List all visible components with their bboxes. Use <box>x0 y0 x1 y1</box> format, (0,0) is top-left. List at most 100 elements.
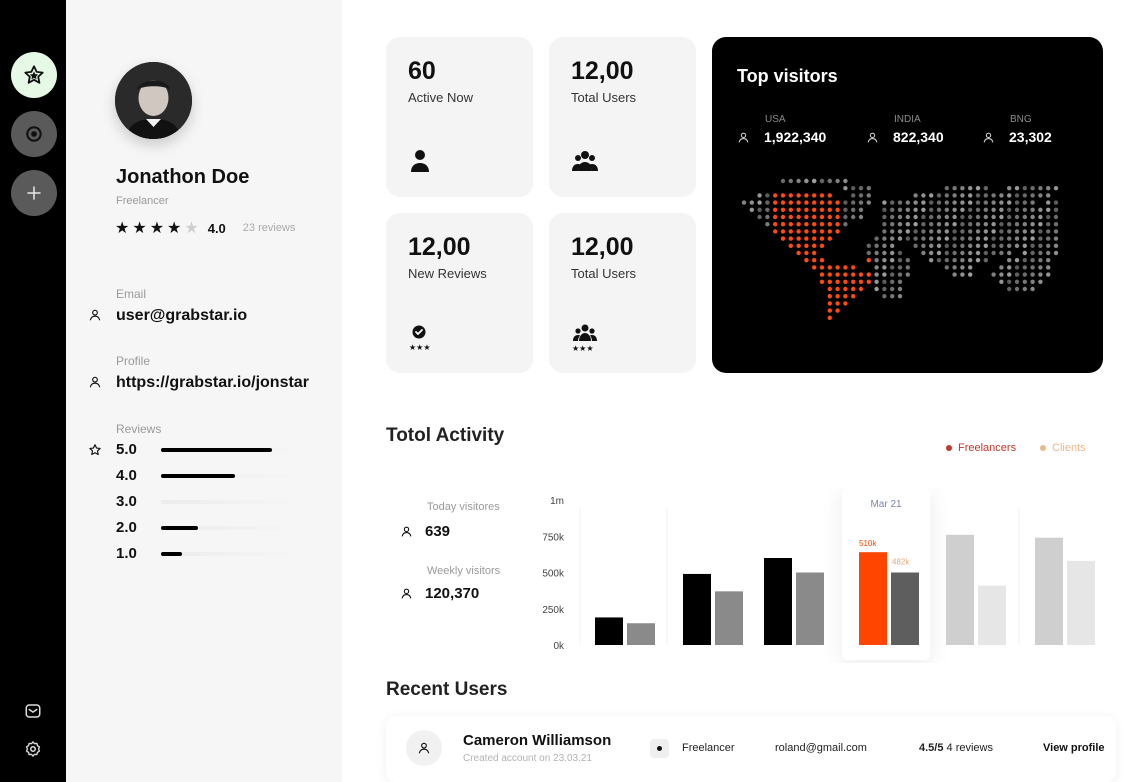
nav-rail <box>0 0 66 782</box>
map-dot <box>1053 207 1059 212</box>
stat-card-new-reviews[interactable]: 12,00 New Reviews ★★★ <box>386 213 533 373</box>
bar-clients[interactable] <box>891 572 919 646</box>
stat-card-active[interactable]: 60 Active Now <box>386 37 533 197</box>
map-dot <box>1046 265 1051 270</box>
review-bar-label: 1.0 <box>116 545 137 562</box>
map-dot <box>1046 258 1051 263</box>
map-dot-highlight <box>866 272 871 277</box>
map-dot <box>944 243 949 248</box>
map-dot <box>765 200 770 205</box>
map-dot <box>765 193 770 198</box>
email-value[interactable]: user@grabstar.io <box>116 307 247 325</box>
map-dot <box>1046 200 1051 205</box>
map-dot <box>765 207 770 212</box>
map-dot-highlight <box>804 236 809 241</box>
map-dot <box>1022 236 1027 241</box>
map-dot <box>827 178 832 184</box>
map-dot <box>890 229 895 234</box>
user-score: 4.5/5 <box>919 742 944 754</box>
map-dot <box>1046 272 1051 277</box>
map-dot-highlight <box>788 207 793 212</box>
activity-bar-chart[interactable]: 1m 750k 500k 250k 0k Mar 21 510k 482k <box>530 488 1110 663</box>
map-dot <box>1007 258 1012 263</box>
stat-card-total-users-rated[interactable]: 12,00 Total Users ★★★ <box>549 213 696 373</box>
map-dot <box>1038 214 1043 220</box>
table-row[interactable]: Cameron Williamson Created account on 23… <box>386 716 1116 782</box>
map-dot <box>960 186 965 191</box>
map-dot-highlight <box>773 200 778 205</box>
bar-clients[interactable] <box>715 591 743 645</box>
legend-clients[interactable]: Clients <box>1040 442 1086 454</box>
map-dot-highlight <box>827 200 832 205</box>
nav-mail-button[interactable] <box>22 700 44 722</box>
nav-target-button[interactable] <box>11 111 57 157</box>
map-dot-highlight <box>827 236 832 241</box>
map-dot <box>913 229 918 234</box>
map-dot <box>1030 222 1035 227</box>
y-tick-label: 750k <box>542 532 565 543</box>
map-dot <box>890 243 895 248</box>
user-created: Created account on 23.03.21 <box>463 753 592 764</box>
map-dot-highlight <box>796 222 801 227</box>
bar-freelancers[interactable] <box>859 552 887 645</box>
map-dot <box>960 258 965 263</box>
map-dot <box>890 265 895 270</box>
map-dot <box>897 207 903 212</box>
map-dot <box>991 222 996 227</box>
visitor-stat-usa: USA 1,922,340 <box>737 114 826 145</box>
nav-settings-button[interactable] <box>22 738 44 760</box>
map-dot-highlight <box>804 250 809 256</box>
avatar <box>406 730 442 766</box>
bar-freelancers[interactable] <box>764 558 792 645</box>
map-dot <box>975 229 981 234</box>
map-dot <box>999 272 1004 277</box>
bar-clients[interactable] <box>796 572 824 646</box>
map-dot <box>1038 229 1043 234</box>
map-dot <box>1030 236 1035 241</box>
profile-url[interactable]: https://grabstar.io/jonstar <box>116 374 309 392</box>
map-dot <box>1030 286 1035 292</box>
bar-freelancers[interactable] <box>595 617 623 645</box>
map-dot-highlight <box>851 294 856 299</box>
bar-clients[interactable] <box>627 623 655 645</box>
map-dot <box>913 214 918 220</box>
world-dot-map[interactable] <box>740 177 1060 337</box>
map-dot <box>890 279 895 284</box>
bar-freelancers[interactable] <box>946 534 974 645</box>
stat-value: 12,00 <box>571 233 634 261</box>
legend-freelancers[interactable]: Freelancers <box>946 442 1016 454</box>
star-icon: ★ <box>115 220 130 237</box>
map-dot-highlight <box>827 308 832 313</box>
map-dot <box>1022 250 1027 256</box>
map-dot <box>952 243 957 248</box>
profile-label: Profile <box>116 354 151 368</box>
review-bar-row: 3.0 <box>116 493 287 510</box>
view-profile-link[interactable]: View profile <box>1043 742 1105 754</box>
stat-card-total-users[interactable]: 12,00 Total Users <box>549 37 696 197</box>
avatar[interactable] <box>115 62 192 139</box>
bar-clients[interactable] <box>1067 560 1095 645</box>
map-dot <box>858 193 864 198</box>
bar-freelancers[interactable] <box>683 573 711 645</box>
nav-add-button[interactable] <box>11 170 57 216</box>
map-dot <box>944 200 949 205</box>
map-dot <box>991 207 996 212</box>
map-dot <box>1053 250 1059 256</box>
star-icon: ★ <box>132 220 147 237</box>
bar-clients[interactable] <box>978 585 1006 645</box>
map-dot <box>1014 207 1020 212</box>
map-dot <box>983 229 988 234</box>
map-dot <box>905 258 910 263</box>
stat-label: Total Users <box>571 266 637 281</box>
map-dot <box>1014 222 1020 227</box>
bar-freelancers[interactable] <box>1035 537 1063 645</box>
nav-star-button[interactable] <box>11 52 57 98</box>
map-dot <box>897 294 903 299</box>
map-dot <box>890 258 895 263</box>
map-dot <box>1014 265 1020 270</box>
map-dot <box>897 272 903 277</box>
map-dot-highlight <box>827 214 832 220</box>
map-dot-highlight <box>835 229 840 234</box>
map-dot <box>999 207 1004 212</box>
map-dot-highlight <box>827 207 832 212</box>
